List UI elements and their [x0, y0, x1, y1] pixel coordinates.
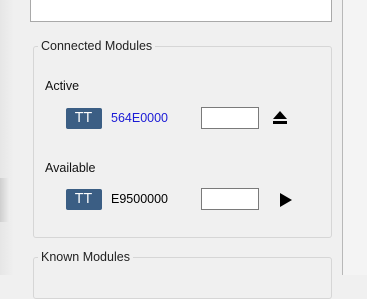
active-module-badge-text: TT: [75, 111, 93, 126]
known-modules-group: Known Modules: [33, 249, 332, 299]
top-content-box: [30, 0, 332, 22]
play-icon[interactable]: [276, 190, 296, 210]
connected-modules-title: Connected Modules: [38, 38, 156, 54]
available-module-input[interactable]: [201, 188, 259, 210]
right-pane-edge: [343, 0, 367, 275]
available-module-badge: TT: [66, 189, 102, 210]
eject-icon[interactable]: [270, 108, 290, 128]
active-module-input[interactable]: [201, 107, 259, 129]
active-module-badge: TT: [66, 108, 102, 129]
left-pane-edge-mark: [0, 178, 10, 222]
available-module-badge-text: TT: [75, 192, 93, 207]
available-section-label: Available: [45, 161, 96, 175]
active-module-id: 564E0000: [111, 111, 169, 125]
available-module-id: E9500000: [111, 192, 169, 206]
known-modules-title: Known Modules: [38, 249, 133, 265]
active-section-label: Active: [45, 79, 80, 93]
left-pane-edge: [0, 0, 14, 275]
